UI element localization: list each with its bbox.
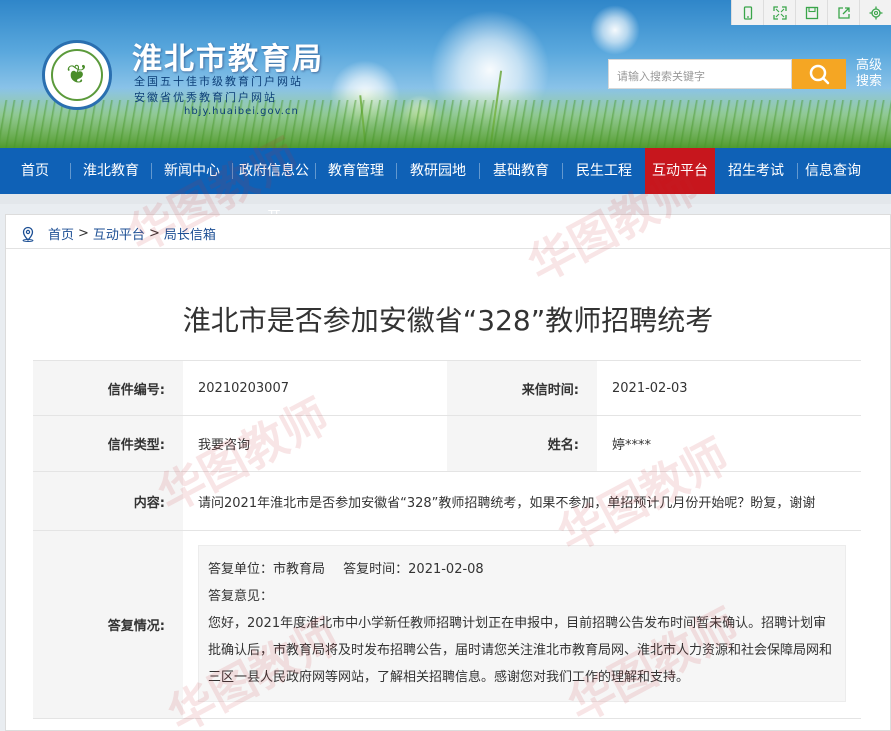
site-domain: hbjy.huaibei.gov.cn (184, 106, 299, 117)
table-row: 信件编号: 20210203007 来信时间: 2021-02-03 (33, 361, 861, 416)
letter-type-value: 我要咨询 (183, 416, 447, 471)
school-emblem-icon[interactable]: ❦ (42, 40, 112, 110)
nav-item-gov-info[interactable]: 政府信息公开 (233, 148, 315, 225)
nav-item-enrollment[interactable]: 招生考试 (715, 148, 797, 194)
page-title: 淮北市是否参加安徽省“328”教师招聘统考 (182, 304, 714, 337)
accessibility-toolbar (731, 0, 891, 25)
table-row: 内容: 请问2021年淮北市是否参加安徽省“328”教师招聘统考，如果不参加，单… (33, 472, 861, 531)
breadcrumb: 首页 > 互动平台 > 局长信箱 (20, 224, 216, 243)
grass-decoration (0, 100, 891, 148)
nav-item-livelihood[interactable]: 民生工程 (563, 148, 645, 194)
reply-label: 答复情况: (33, 531, 183, 718)
main-nav: 首页 淮北教育 新闻中心 政府信息公开 教育管理 教研园地 基础教育 民生工程 … (0, 148, 891, 225)
reply-box: 答复单位：市教育局 答复时间：2021-02-08 答复意见： 您好，2021年… (198, 545, 846, 702)
site-title: 淮北市教育局 (132, 42, 324, 77)
content-value: 请问2021年淮北市是否参加安徽省“328”教师招聘统考，如果不参加，单招预计几… (183, 472, 861, 530)
letter-number-label: 信件编号: (33, 361, 183, 415)
breadcrumb-home[interactable]: 首页 (48, 224, 74, 243)
dandelion-decoration (590, 5, 640, 55)
nav-item-news[interactable]: 新闻中心 (152, 148, 232, 194)
breadcrumb-divider (6, 248, 890, 249)
nav-item-research[interactable]: 教研园地 (397, 148, 479, 194)
nav-item-basic-education[interactable]: 基础教育 (480, 148, 562, 194)
breadcrumb-separator: > (78, 226, 89, 241)
content-label: 内容: (33, 472, 183, 530)
reply-opinion-label: 答复意见： (208, 589, 274, 604)
breadcrumb-mailbox[interactable]: 局长信箱 (164, 224, 216, 243)
breadcrumb-separator: > (148, 226, 160, 241)
letter-table: 信件编号: 20210203007 来信时间: 2021-02-03 信件类型:… (33, 360, 861, 731)
reply-time: 答复时间：2021-02-08 (343, 562, 484, 577)
emblem-inner: ❦ (51, 49, 103, 101)
nav-item-interaction[interactable]: 互动平台 (645, 148, 715, 194)
nav-item-info-query[interactable]: 信息查询 (798, 148, 868, 194)
table-row: 答复情况: 答复单位：市教育局 答复时间：2021-02-08 答复意见： 您好… (33, 531, 861, 719)
settings-icon[interactable] (859, 0, 891, 25)
content-panel: 首页 > 互动平台 > 局长信箱 淮北市是否参加安徽省“328”教师招聘统考 信… (5, 214, 891, 731)
nav-shadow (0, 194, 891, 204)
letter-number-value: 20210203007 (183, 361, 447, 415)
site-subtitle-1: 全国五十佳市级教育门户网站 (134, 75, 303, 88)
letter-type-label: 信件类型: (33, 416, 183, 471)
letter-time-label: 来信时间: (447, 361, 597, 415)
site-subtitle-2: 安徽省优秀教育门户网站 (134, 91, 277, 104)
search-icon (809, 64, 830, 85)
nav-item-management[interactable]: 教育管理 (316, 148, 396, 194)
sender-name-value: 婷**** (597, 416, 861, 471)
save-icon[interactable] (795, 0, 827, 25)
mobile-icon[interactable] (731, 0, 763, 25)
table-row: 信件类型: 我要咨询 姓名: 婷**** (33, 416, 861, 472)
search-input[interactable]: 请输入搜索关键字 (608, 59, 792, 89)
advanced-search-link[interactable]: 高级搜索 (856, 58, 886, 90)
reply-cell: 答复单位：市教育局 答复时间：2021-02-08 答复意见： 您好，2021年… (183, 531, 861, 718)
breadcrumb-interaction[interactable]: 互动平台 (93, 224, 145, 243)
reply-text: 您好，2021年度淮北市中小学新任教师招聘计划正在申报中，目前招聘公告发布时间暂… (208, 616, 833, 685)
sender-name-label: 姓名: (447, 416, 597, 471)
nav-item-huaibei-education[interactable]: 淮北教育 (71, 148, 151, 194)
reply-unit: 答复单位：市教育局 (208, 562, 326, 577)
fullscreen-icon[interactable] (763, 0, 795, 25)
location-pin-icon (22, 226, 34, 242)
reply-meta: 答复单位：市教育局 答复时间：2021-02-08 (208, 556, 836, 583)
share-icon[interactable] (827, 0, 859, 25)
nav-item-home[interactable]: 首页 (0, 148, 70, 194)
letter-time-value: 2021-02-03 (597, 361, 861, 415)
search-button[interactable] (792, 59, 846, 89)
